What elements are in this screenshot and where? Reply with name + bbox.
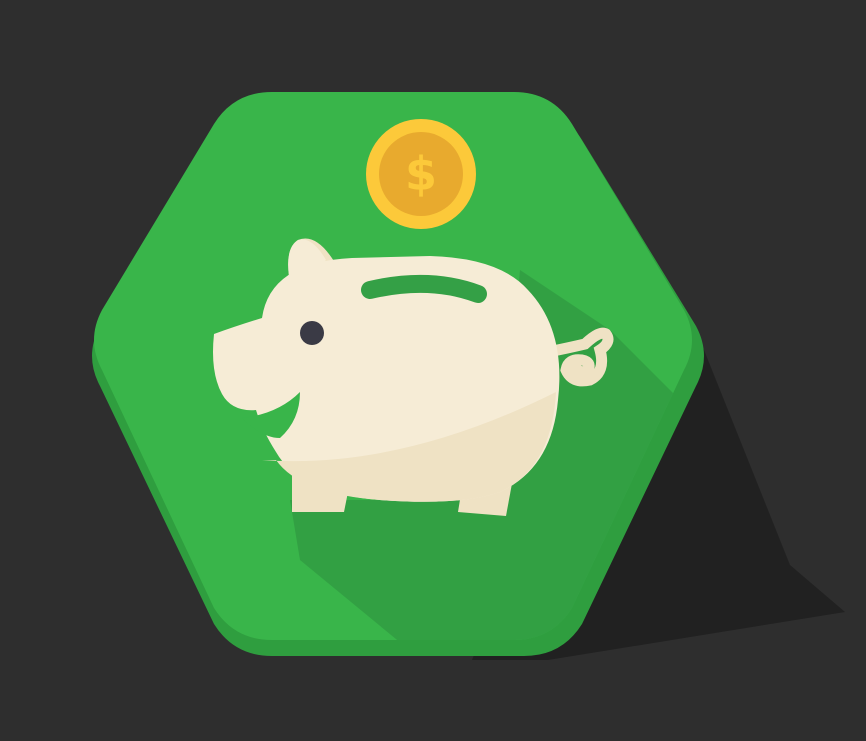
- coin-dollar-symbol: $: [405, 147, 437, 201]
- piggy-bank-icon: $: [92, 92, 845, 660]
- coin-icon: $: [366, 119, 476, 229]
- app-icon-canvas: $: [0, 0, 866, 741]
- pig-coin-slot: [361, 274, 487, 303]
- pig-eye: [300, 321, 324, 345]
